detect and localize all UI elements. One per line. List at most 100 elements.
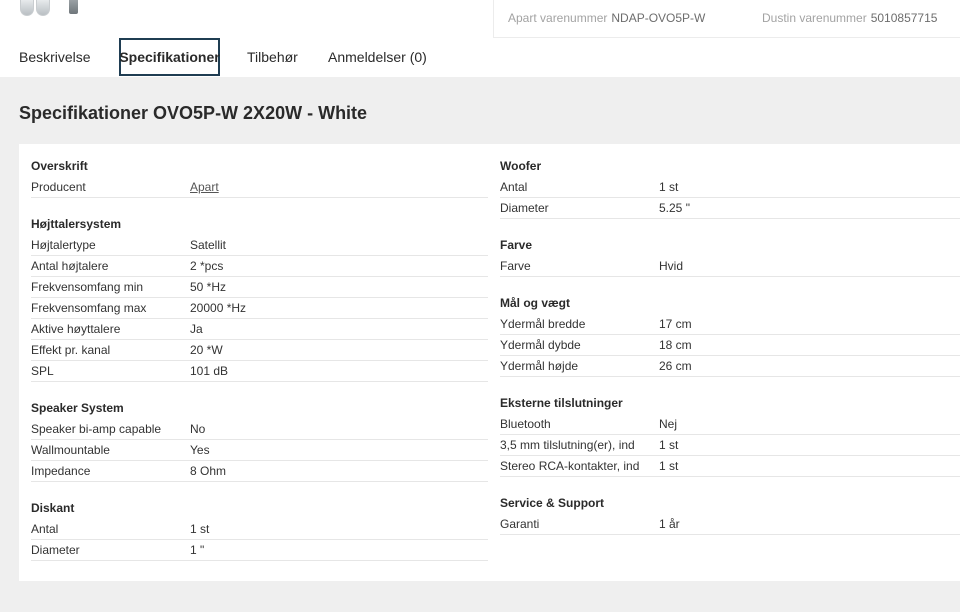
spec-group-speaker-system: Speaker System Speaker bi-amp capable No Wa… bbox=[31, 395, 488, 482]
product-header: Apart varenummer NDAP-OVO5P-W Dustin var… bbox=[0, 0, 960, 38]
spec-value: 18 cm bbox=[659, 338, 692, 352]
dustin-item-number-label: Dustin varenummer bbox=[762, 11, 867, 25]
tab-reviews[interactable]: Anmeldelser (0) bbox=[328, 38, 432, 76]
spec-row: Ydermål bredde 17 cm bbox=[500, 314, 960, 335]
spec-label: Højtalertype bbox=[31, 238, 96, 252]
product-tabs: Beskrivelse Specifikationer Tilbehør Anm… bbox=[0, 38, 960, 77]
spec-group-title: Diskant bbox=[31, 501, 75, 515]
spec-group-title: Eksterne tilslutninger bbox=[500, 396, 623, 410]
manufacturer-link[interactable]: Apart bbox=[190, 180, 488, 194]
product-numbers: Apart varenummer NDAP-OVO5P-W Dustin var… bbox=[493, 0, 960, 38]
spec-label: Antal bbox=[500, 180, 528, 194]
spec-label: Stereo RCA-kontakter, ind bbox=[500, 459, 640, 473]
spec-row: Speaker bi-amp capable No bbox=[31, 419, 488, 440]
spec-label: Ydermål højde bbox=[500, 359, 579, 373]
spec-value: 1 st bbox=[659, 180, 679, 194]
spec-label: Producent bbox=[31, 180, 86, 194]
spec-label: Antal bbox=[31, 522, 59, 536]
spec-value: 20 *W bbox=[190, 343, 223, 357]
spec-group-overskrift: Overskrift Producent Apart bbox=[31, 153, 488, 198]
spec-group-service-support: Service & Support Garanti 1 år bbox=[500, 490, 960, 535]
spec-group-title: Service & Support bbox=[500, 496, 605, 510]
spec-row: Frekvensomfang max 20000 *Hz bbox=[31, 298, 488, 319]
spec-row: Wallmountable Yes bbox=[31, 440, 488, 461]
spec-row: Frekvensomfang min 50 *Hz bbox=[31, 277, 488, 298]
spec-row: Producent Apart bbox=[31, 177, 488, 198]
spec-group-diskant: Diskant Antal 1 st Diameter 1 " bbox=[31, 495, 488, 561]
spec-card: Overskrift Producent Apart Højttalersystem H… bbox=[19, 144, 960, 581]
dustin-item-number: Dustin varenummer 5010857715 bbox=[762, 11, 937, 25]
spec-value: Ja bbox=[190, 322, 203, 336]
spec-value: 1 st bbox=[190, 522, 210, 536]
tab-accessories[interactable]: Tilbehør bbox=[247, 38, 301, 76]
spec-value: 5.25 " bbox=[659, 201, 690, 215]
spec-value: 20000 *Hz bbox=[190, 301, 247, 315]
spec-group-hojttalersystem: Højttalersystem Højtalertype Satellit Antal… bbox=[31, 211, 488, 382]
spec-label: Farve bbox=[500, 259, 531, 273]
spec-row: Aktive høyttalere Ja bbox=[31, 319, 488, 340]
spec-label: SPL bbox=[31, 364, 54, 378]
spec-row: Ydermål dybde 18 cm bbox=[500, 335, 960, 356]
spec-row: Diameter 5.25 " bbox=[500, 198, 960, 219]
tab-description[interactable]: Beskrivelse bbox=[19, 38, 93, 76]
spec-label: Antal højtalere bbox=[31, 259, 109, 273]
spec-group-title: Woofer bbox=[500, 159, 542, 173]
spec-label: Ydermål dybde bbox=[500, 338, 581, 352]
spec-value: Nej bbox=[659, 417, 678, 431]
spec-row: Højtalertype Satellit bbox=[31, 235, 488, 256]
spec-label: Garanti bbox=[500, 517, 540, 531]
spec-value: Yes bbox=[190, 443, 210, 457]
spec-value: No bbox=[190, 422, 206, 436]
spec-column-right: Woofer Antal 1 st Diameter 5.25 " Farve Farve H… bbox=[500, 153, 960, 548]
spec-value: Satellit bbox=[190, 238, 227, 252]
spec-label: Frekvensomfang max bbox=[31, 301, 147, 315]
spec-group-mal-og-vaegt: Mål og vægt Ydermål bredde 17 cm Ydermål dy… bbox=[500, 290, 960, 377]
spec-label: 3,5 mm tilslutning(er), ind bbox=[500, 438, 635, 452]
spec-row: Impedance 8 Ohm bbox=[31, 461, 488, 482]
spec-value: 50 *Hz bbox=[190, 280, 227, 294]
product-thumbnails bbox=[19, 0, 78, 18]
spec-label: Speaker bi-amp capable bbox=[31, 422, 162, 436]
spec-row: Antal 1 st bbox=[500, 177, 960, 198]
apart-item-number-label: Apart varenummer bbox=[508, 11, 608, 25]
spec-label: Effekt pr. kanal bbox=[31, 343, 111, 357]
spec-label: Diameter bbox=[31, 543, 80, 557]
spec-row: Antal 1 st bbox=[31, 519, 488, 540]
spec-label: Wallmountable bbox=[31, 443, 110, 457]
spec-value: Hvid bbox=[659, 259, 684, 273]
spec-label: Bluetooth bbox=[500, 417, 551, 431]
spec-group-title: Speaker System bbox=[31, 401, 124, 415]
spec-group-title: Højttalersystem bbox=[31, 217, 122, 231]
tab-specifications[interactable]: Specifikationer bbox=[119, 38, 220, 76]
spec-row: Diameter 1 " bbox=[31, 540, 488, 561]
dustin-item-number-value: 5010857715 bbox=[870, 11, 938, 25]
spec-value: 17 cm bbox=[659, 317, 692, 331]
spec-value: 2 *pcs bbox=[190, 259, 224, 273]
spec-row: SPL 101 dB bbox=[31, 361, 488, 382]
spec-group-farve: Farve Farve Hvid bbox=[500, 232, 960, 277]
spec-value: 8 Ohm bbox=[190, 464, 227, 478]
spec-label: Frekvensomfang min bbox=[31, 280, 144, 294]
spec-column-left: Overskrift Producent Apart Højttalersystem H… bbox=[31, 153, 488, 574]
spec-row: 3,5 mm tilslutning(er), ind 1 st bbox=[500, 435, 960, 456]
spec-group-woofer: Woofer Antal 1 st Diameter 5.25 " bbox=[500, 153, 960, 219]
specifications-section: Specifikationer OVO5P-W 2X20W - White Ov… bbox=[0, 77, 960, 612]
speaker-bracket-thumbnail[interactable] bbox=[69, 0, 78, 14]
speaker-pair-thumbnail[interactable] bbox=[19, 0, 53, 16]
spec-row: Effekt pr. kanal 20 *W bbox=[31, 340, 488, 361]
page-title: Specifikationer OVO5P-W 2X20W - White bbox=[19, 103, 368, 123]
spec-row: Farve Hvid bbox=[500, 256, 960, 277]
apart-item-number: Apart varenummer NDAP-OVO5P-W bbox=[508, 11, 705, 25]
spec-label: Impedance bbox=[31, 464, 91, 478]
spec-group-title: Mål og vægt bbox=[500, 296, 571, 310]
spec-row: Ydermål højde 26 cm bbox=[500, 356, 960, 377]
spec-value: 26 cm bbox=[659, 359, 692, 373]
spec-group-title: Farve bbox=[500, 238, 533, 252]
spec-value: 101 dB bbox=[190, 364, 229, 378]
spec-row: Stereo RCA-kontakter, ind 1 st bbox=[500, 456, 960, 477]
spec-value: 1 " bbox=[190, 543, 205, 557]
spec-label: Aktive høyttalere bbox=[31, 322, 121, 336]
spec-row: Antal højtalere 2 *pcs bbox=[31, 256, 488, 277]
apart-item-number-value: NDAP-OVO5P-W bbox=[611, 11, 706, 25]
spec-label: Diameter bbox=[500, 201, 549, 215]
